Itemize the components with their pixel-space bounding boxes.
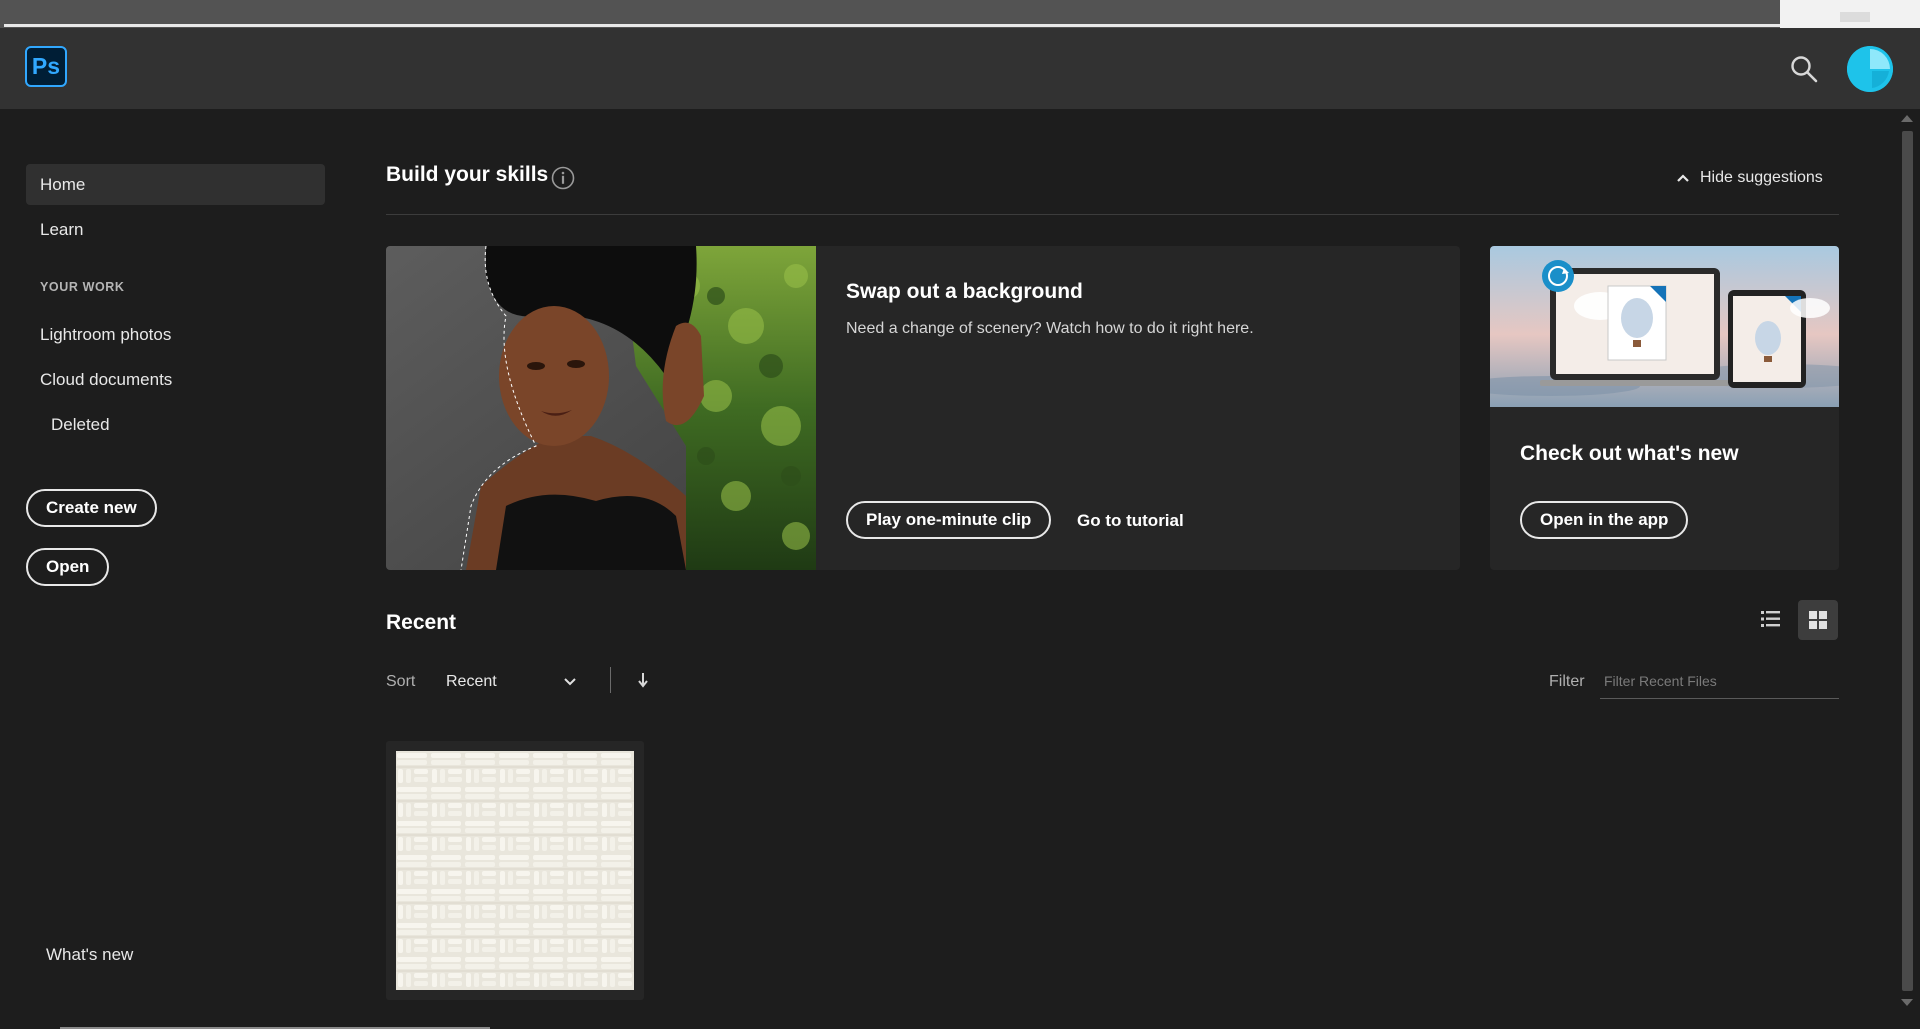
woman-portrait-image [386,246,816,570]
hide-suggestions-label: Hide suggestions [1700,169,1823,186]
whats-new-card: Check out what's new Open in the app [1490,246,1839,570]
whats-new-link[interactable]: What's new [46,945,133,965]
sync-icon [1542,260,1574,292]
photoshop-logo: Ps [25,46,67,87]
sort-separator [610,667,611,693]
recent-file-thumbnail[interactable] [386,741,644,1000]
scroll-up-arrow[interactable] [1901,115,1913,122]
open-in-app-button[interactable]: Open in the app [1520,501,1689,539]
avatar-graphic [1847,46,1893,92]
hide-suggestions-button[interactable]: Hide suggestions [1676,166,1823,190]
window-control-mark [1840,12,1870,22]
play-clip-button[interactable]: Play one-minute clip [846,501,1052,539]
list-view-button[interactable] [1751,600,1789,638]
skills-divider [386,214,1839,215]
arrow-down-icon[interactable] [635,670,651,690]
tutorial-card-image [386,246,816,570]
scroll-thumb[interactable] [1902,131,1913,991]
sidebar-item-learn[interactable]: Learn [26,209,325,250]
search-icon[interactable] [1789,54,1819,84]
grid-view-button[interactable] [1798,600,1838,640]
main-scrollbar[interactable] [1898,109,1920,1029]
window-controls[interactable] [1780,0,1920,28]
open-button[interactable]: Open [26,548,110,586]
scroll-down-arrow[interactable] [1901,999,1913,1006]
tutorial-card-description: Need a change of scenery? Watch how to d… [846,320,1254,337]
info-icon[interactable] [551,166,575,190]
whats-new-card-title: Check out what's new [1520,442,1739,465]
avatar[interactable] [1847,46,1893,92]
sidebar-section-your-work: YOUR WORK [40,280,125,294]
title-strip-line [4,24,1780,27]
texture-pattern [396,751,634,990]
sort-dropdown[interactable]: Recent [446,673,578,691]
tutorial-card-title: Swap out a background [846,280,1083,303]
create-new-button[interactable]: Create new [26,489,157,527]
chevron-up-icon [1677,174,1689,182]
list-view-icon [1761,611,1780,627]
chevron-down-icon[interactable] [562,674,578,690]
tutorial-card: Swap out a background Need a change of s… [386,246,1460,570]
filter-input[interactable] [1600,663,1839,699]
sidebar-item-deleted[interactable]: Deleted [26,404,325,445]
sort-label: Sort [386,673,416,690]
sidebar-item-home[interactable]: Home [26,164,325,205]
grid-view-icon [1809,611,1827,629]
recent-title: Recent [386,611,457,634]
window-title-strip [0,0,1920,28]
build-skills-title: Build your skills [386,163,549,186]
sidebar-item-lightroom-photos[interactable]: Lightroom photos [26,314,325,355]
recent-file-image [396,751,634,990]
filter-label: Filter [1549,673,1585,690]
whats-new-card-image [1490,246,1839,407]
devices-sky-image [1490,246,1839,407]
go-to-tutorial-link[interactable]: Go to tutorial [1077,511,1184,531]
app-header: Ps [0,28,1920,109]
sidebar-item-cloud-documents[interactable]: Cloud documents [26,359,325,400]
